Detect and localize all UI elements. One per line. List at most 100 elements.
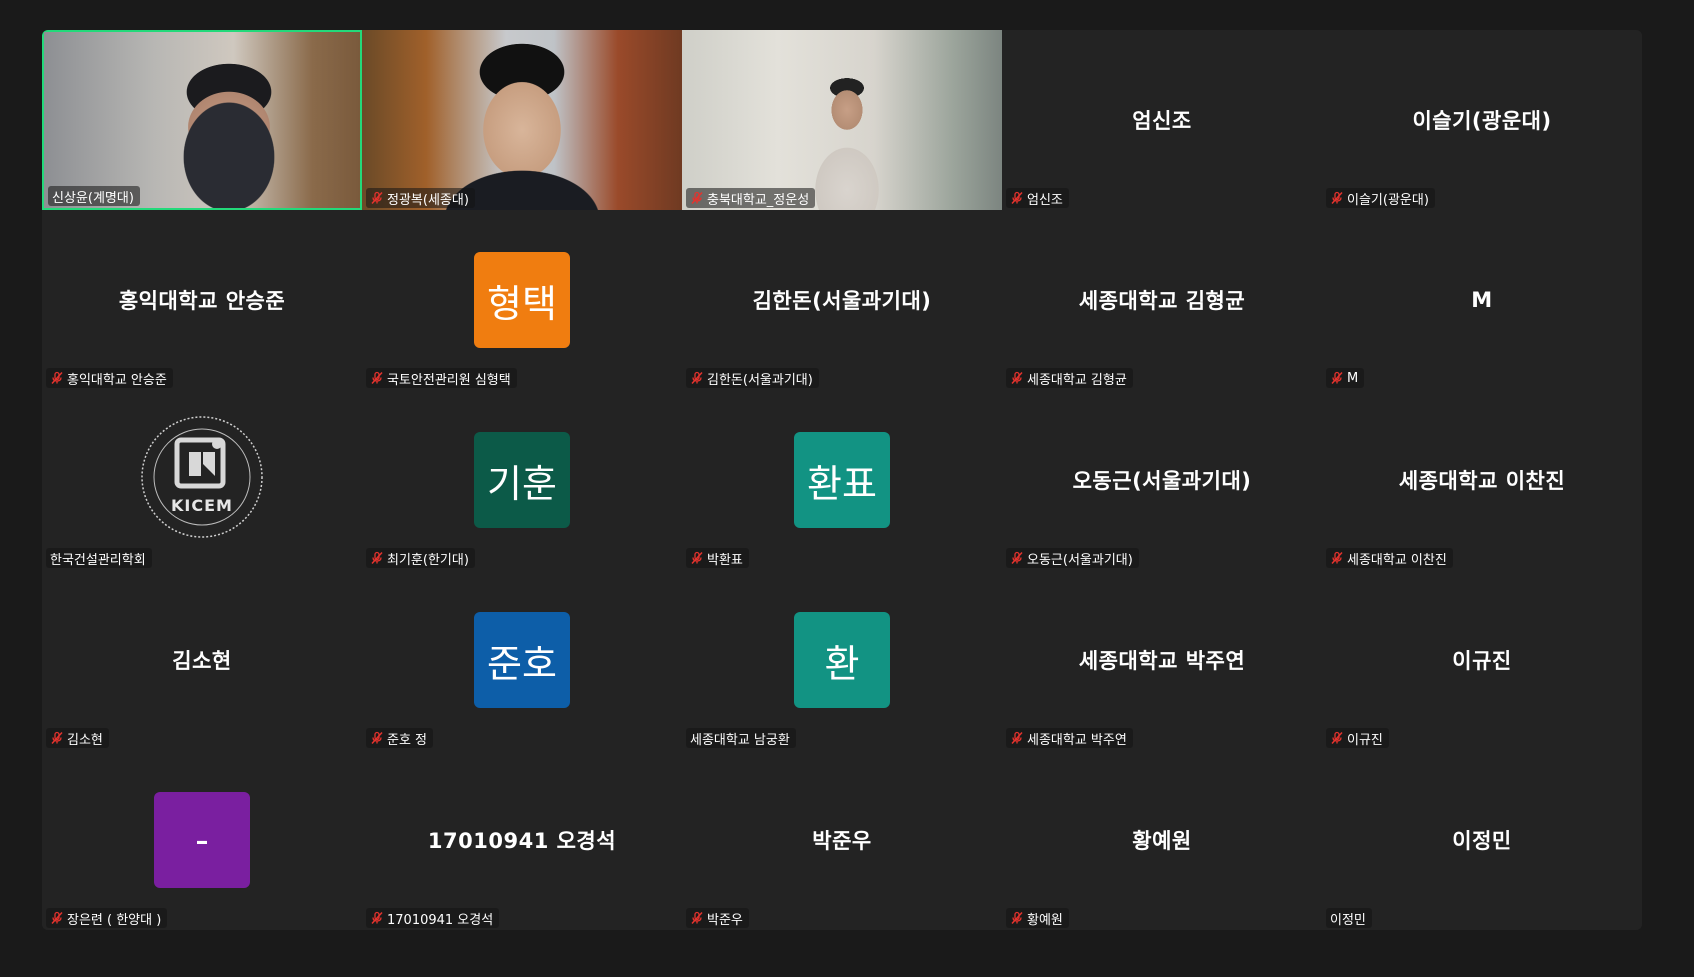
participant-gallery-grid: 신상윤(계명대) 정광복(세종대) 충북대학교_정운성 엄신조 엄신조 이슬기(광운대) 이… — [42, 30, 1642, 930]
participant-tile[interactable]: 형택 국토안전관리원 심형택 — [362, 210, 682, 390]
participant-name: 박준우 — [707, 912, 743, 928]
mic-muted-icon — [370, 731, 384, 745]
participant-name: 충북대학교_정운성 — [707, 192, 810, 208]
participant-display-name: 이슬기(광운대) — [1412, 109, 1552, 133]
kicem-logo-icon: KICEM — [137, 412, 267, 542]
participant-nameplate: 홍익대학교 안승준 — [46, 368, 173, 388]
participant-tile[interactable]: 기훈최기훈(한기대) — [362, 390, 682, 570]
participant-nameplate: 이정민 — [1326, 908, 1372, 928]
participant-display-name: 세종대학교 이찬진 — [1398, 469, 1566, 493]
participant-nameplate: 정광복(세종대) — [366, 188, 475, 208]
participant-tile[interactable]: 이규진 이규진 — [1322, 570, 1642, 750]
participant-tile[interactable]: 오동근(서울과기대) 오동근(서울과기대) — [1002, 390, 1322, 570]
participant-avatar: 준호 — [474, 612, 570, 708]
participant-display-name: 김한돈(서울과기대) — [752, 289, 932, 313]
participant-tile[interactable]: 신상윤(계명대) — [42, 30, 362, 210]
participant-nameplate: 충북대학교_정운성 — [686, 188, 816, 208]
participant-name: 세종대학교 김형균 — [1027, 372, 1127, 388]
mic-muted-icon — [1010, 371, 1024, 385]
participant-name: 황예원 — [1027, 912, 1063, 928]
mic-muted-icon — [50, 731, 64, 745]
participant-nameplate: 김소현 — [46, 728, 109, 748]
participant-name: 오동근(서울과기대) — [1027, 552, 1133, 568]
participant-tile[interactable]: KICEM 한국건설관리학회 — [42, 390, 362, 570]
participant-name: 세종대학교 박주연 — [1027, 732, 1127, 748]
participant-name: 최기훈(한기대) — [387, 552, 469, 568]
participant-tile[interactable]: 세종대학교 이찬진 세종대학교 이찬진 — [1322, 390, 1642, 570]
participant-tile[interactable]: MM — [1322, 210, 1642, 390]
participant-name: 신상윤(계명대) — [52, 190, 134, 206]
participant-name: 홍익대학교 안승준 — [67, 372, 167, 388]
participant-tile[interactable]: 홍익대학교 안승준 홍익대학교 안승준 — [42, 210, 362, 390]
participant-name: 이규진 — [1347, 732, 1383, 748]
participant-avatar: 기훈 — [474, 432, 570, 528]
participant-display-name: 17010941 오경석 — [427, 829, 617, 853]
participant-video — [362, 30, 682, 210]
participant-tile[interactable]: 김한돈(서울과기대) 김한돈(서울과기대) — [682, 210, 1002, 390]
mic-muted-icon — [370, 551, 384, 565]
mic-muted-icon — [1330, 371, 1344, 385]
participant-display-name: 엄신조 — [1132, 109, 1192, 133]
participant-name: 장은련 ( 한양대 ) — [67, 912, 162, 928]
participant-name: 이정민 — [1330, 912, 1366, 928]
participant-tile[interactable]: 김소현 김소현 — [42, 570, 362, 750]
participant-nameplate: 박준우 — [686, 908, 749, 928]
participant-tile[interactable]: 충북대학교_정운성 — [682, 30, 1002, 210]
participant-tile[interactable]: 박준우 박준우 — [682, 750, 1002, 930]
mic-muted-icon — [690, 551, 704, 565]
participant-nameplate: 최기훈(한기대) — [366, 548, 475, 568]
mic-muted-icon — [1010, 551, 1024, 565]
mic-muted-icon — [1010, 911, 1024, 925]
participant-nameplate: 엄신조 — [1006, 188, 1069, 208]
logo-text: KICEM — [171, 496, 233, 515]
participant-tile[interactable]: 정광복(세종대) — [362, 30, 682, 210]
mic-muted-icon — [370, 371, 384, 385]
participant-avatar: 환표 — [794, 432, 890, 528]
mic-muted-icon — [690, 191, 704, 205]
participant-nameplate: 이규진 — [1326, 728, 1389, 748]
participant-tile[interactable]: 이정민 이정민 — [1322, 750, 1642, 930]
participant-tile[interactable]: 황예원 황예원 — [1002, 750, 1322, 930]
participant-display-name: 오동근(서울과기대) — [1072, 469, 1252, 493]
participant-nameplate: 한국건설관리학회 — [46, 548, 152, 568]
mic-muted-icon — [1010, 191, 1024, 205]
participant-tile[interactable]: 세종대학교 김형균 세종대학교 김형균 — [1002, 210, 1322, 390]
participant-display-name: 이정민 — [1452, 829, 1512, 853]
participant-nameplate: 세종대학교 이찬진 — [1326, 548, 1453, 568]
participant-nameplate: 장은련 ( 한양대 ) — [46, 908, 168, 928]
participant-tile[interactable]: - 장은련 ( 한양대 ) — [42, 750, 362, 930]
participant-display-name: 이규진 — [1452, 649, 1512, 673]
participant-display-name: 홍익대학교 안승준 — [118, 289, 286, 313]
participant-name: 한국건설관리학회 — [50, 552, 146, 568]
participant-display-name: 황예원 — [1132, 829, 1192, 853]
participant-nameplate: M — [1326, 368, 1365, 388]
participant-name: 이슬기(광운대) — [1347, 192, 1429, 208]
participant-tile[interactable]: 이슬기(광운대) 이슬기(광운대) — [1322, 30, 1642, 210]
participant-nameplate: 세종대학교 남궁환 — [686, 728, 796, 748]
participant-nameplate: 준호 정 — [366, 728, 434, 748]
participant-display-name: 김소현 — [172, 649, 232, 673]
meeting-window: 신상윤(계명대) 정광복(세종대) 충북대학교_정운성 엄신조 엄신조 이슬기(광운대) 이… — [0, 0, 1694, 977]
participant-tile[interactable]: 엄신조 엄신조 — [1002, 30, 1322, 210]
mic-muted-icon — [1330, 191, 1344, 205]
participant-name: 박환표 — [707, 552, 743, 568]
participant-name: 세종대학교 남궁환 — [690, 732, 790, 748]
mic-muted-icon — [50, 911, 64, 925]
participant-name: 준호 정 — [387, 732, 428, 748]
mic-muted-icon — [370, 191, 384, 205]
participant-tile[interactable]: 17010941 오경석 17010941 오경석 — [362, 750, 682, 930]
participant-nameplate: 박환표 — [686, 548, 749, 568]
participant-tile[interactable]: 준호준호 정 — [362, 570, 682, 750]
participant-nameplate: 오동근(서울과기대) — [1006, 548, 1139, 568]
participant-display-name: 세종대학교 김형균 — [1078, 289, 1246, 313]
participant-nameplate: 김한돈(서울과기대) — [686, 368, 819, 388]
participant-tile[interactable]: 세종대학교 박주연 세종대학교 박주연 — [1002, 570, 1322, 750]
participant-display-name: M — [1471, 288, 1493, 312]
participant-name: M — [1347, 370, 1359, 386]
mic-muted-icon — [690, 911, 704, 925]
participant-nameplate: 황예원 — [1006, 908, 1069, 928]
participant-tile[interactable]: 환표박환표 — [682, 390, 1002, 570]
participant-nameplate: 세종대학교 김형균 — [1006, 368, 1133, 388]
participant-name: 정광복(세종대) — [387, 192, 469, 208]
participant-tile[interactable]: 환 세종대학교 남궁환 — [682, 570, 1002, 750]
